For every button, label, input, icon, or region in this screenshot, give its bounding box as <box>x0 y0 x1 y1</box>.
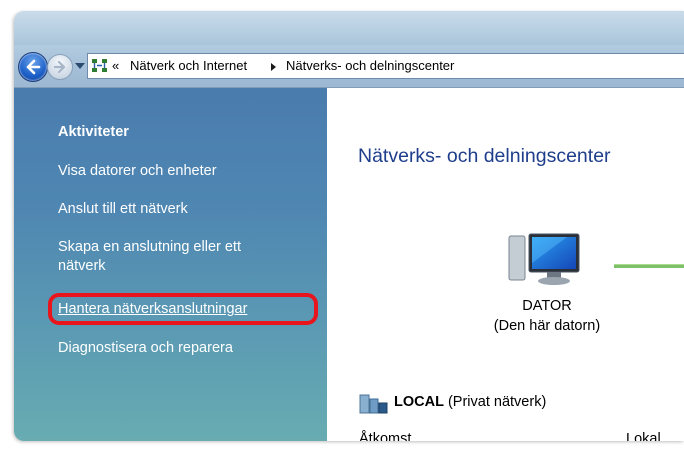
page-title: Nätverks- och delningscenter <box>358 145 611 167</box>
computer-subtitle: (Den här datorn) <box>493 318 601 334</box>
back-arrow-icon <box>26 59 41 75</box>
breadcrumb-overflow[interactable]: « <box>112 58 119 73</box>
main-content: Nätverks- och delningscenter DATOR (Den … <box>327 88 684 441</box>
navigation-bar: « Nätverk och Internet Nätverks- och del… <box>14 45 684 88</box>
forward-arrow-icon <box>53 60 66 74</box>
address-field[interactable]: « Nätverk och Internet Nätverks- och del… <box>87 53 684 79</box>
task-create-connection-line1: Skapa en anslutning eller ett <box>58 239 241 255</box>
access-label: Åtkomst <box>359 431 412 441</box>
task-create-connection-line2: nätverk <box>58 258 106 274</box>
access-value: Lokal <box>626 431 661 441</box>
breadcrumb-network-internet[interactable]: Nätverk och Internet <box>130 58 247 73</box>
breadcrumb-sharing-center[interactable]: Nätverks- och delningscenter <box>286 58 454 73</box>
computer-name: DATOR <box>522 298 572 314</box>
network-icon <box>92 59 107 72</box>
task-pane: Aktiviteter Visa datorer och enheter Ans… <box>14 88 327 441</box>
task-manage-connections[interactable]: Hantera nätverksanslutningar <box>58 300 247 319</box>
network-name-bold: LOCAL <box>394 394 444 410</box>
back-button[interactable] <box>18 52 48 82</box>
task-diagnose-repair[interactable]: Diagnostisera och reparera <box>58 339 233 358</box>
network-location-icon <box>359 394 388 414</box>
tasks-heading: Aktiviteter <box>58 124 129 140</box>
task-view-computers[interactable]: Visa datorer och enheter <box>58 162 217 181</box>
network-name[interactable]: LOCAL (Privat nätverk) <box>394 394 546 410</box>
explorer-window: « Nätverk och Internet Nätverks- och del… <box>14 11 684 441</box>
forward-button[interactable] <box>47 54 73 80</box>
network-type: (Privat nätverk) <box>447 394 547 410</box>
recent-pages-dropdown[interactable] <box>75 63 85 69</box>
computer-icon[interactable] <box>507 228 587 290</box>
connection-line <box>614 264 684 268</box>
breadcrumb-chevron-icon[interactable] <box>271 63 276 71</box>
task-connect-network[interactable]: Anslut till ett nätverk <box>58 200 188 219</box>
title-bar <box>14 11 684 45</box>
task-create-connection[interactable]: Skapa en anslutning eller ett nätverk <box>58 238 241 276</box>
